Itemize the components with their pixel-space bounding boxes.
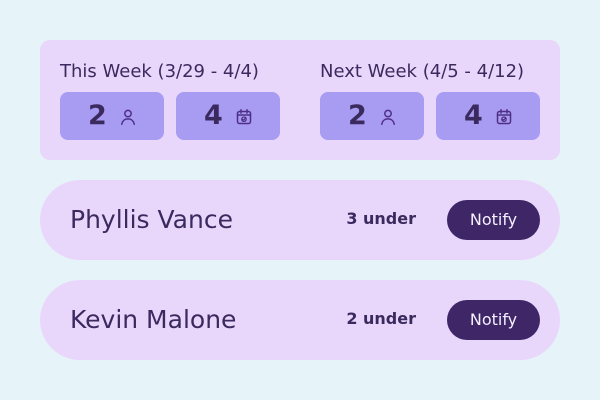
person-row-phyllis-vance: Phyllis Vance 3 under Notify (40, 180, 560, 260)
next-week-calendar-stat[interactable]: 4 (436, 92, 540, 140)
person-row-kevin-malone: Kevin Malone 2 under Notify (40, 280, 560, 360)
this-week-title: This Week (3/29 - 4/4) (60, 61, 259, 82)
calendar-icon (494, 107, 514, 127)
next-week-title: Next Week (4/5 - 4/12) (320, 61, 525, 82)
this-week-people-count: 2 (88, 100, 107, 131)
next-week-summary: Next Week (4/5 - 4/12) 2 4 (320, 40, 540, 160)
person-icon (118, 107, 138, 127)
next-week-calendar-count: 4 (464, 100, 483, 131)
calendar-icon (234, 107, 254, 127)
person-name: Phyllis Vance (70, 205, 233, 234)
under-count: 2 under (346, 309, 416, 328)
notify-button[interactable]: Notify (447, 300, 540, 340)
this-week-summary: This Week (3/29 - 4/4) 2 4 (60, 40, 280, 160)
this-week-calendar-count: 4 (204, 100, 223, 131)
this-week-calendar-stat[interactable]: 4 (176, 92, 280, 140)
person-name: Kevin Malone (70, 305, 237, 334)
week-summary-page: { "colors": { "page_background": "#e6f3f… (0, 0, 600, 400)
this-week-people-stat[interactable]: 2 (60, 92, 164, 140)
notify-button[interactable]: Notify (447, 200, 540, 240)
week-summary-panel: This Week (3/29 - 4/4) 2 4 Next Week (4/… (40, 40, 560, 160)
person-icon (378, 107, 398, 127)
under-count: 3 under (346, 209, 416, 228)
next-week-people-stat[interactable]: 2 (320, 92, 424, 140)
next-week-people-count: 2 (348, 100, 367, 131)
